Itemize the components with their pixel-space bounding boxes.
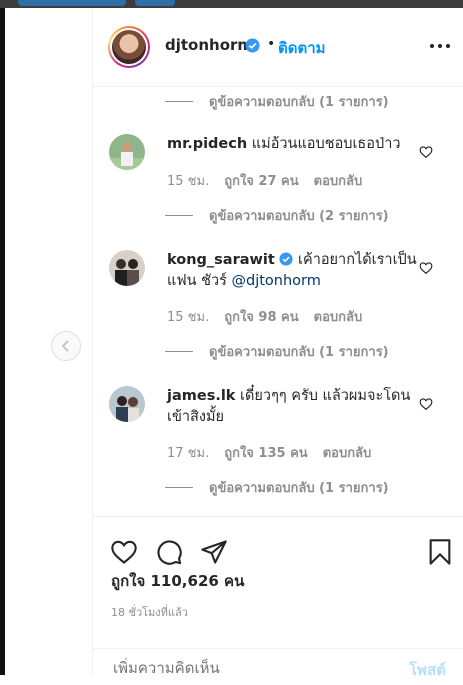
view-replies-label: ดูข้อความตอบกลับ (2 รายการ): [209, 208, 389, 224]
comment-likes[interactable]: ถูกใจ 98 คน: [224, 306, 298, 327]
divider-line: [165, 350, 193, 352]
reply-button[interactable]: ตอบกลับ: [323, 442, 372, 463]
comment-username[interactable]: kong_sarawit: [167, 252, 275, 268]
comment-username[interactable]: mr.pidech: [167, 136, 247, 152]
bookmark-icon[interactable]: [426, 538, 454, 566]
commenter-avatar[interactable]: [109, 250, 145, 286]
avatar-photo: [109, 386, 145, 422]
post-panel: djtonhorm • ติดตาม ดูข้อความตอบกลับ (1 ร…: [92, 8, 463, 679]
comment-time[interactable]: 15 ชม.: [167, 306, 209, 327]
view-replies-link[interactable]: ดูข้อความตอบกลับ (2 รายการ): [165, 206, 389, 224]
commenter-avatar[interactable]: [109, 134, 145, 170]
divider-line: [165, 214, 193, 216]
comment-username[interactable]: james.lk: [167, 388, 235, 404]
comment-time[interactable]: 17 ชม.: [167, 442, 209, 463]
view-replies-link[interactable]: ดูข้อความตอบกลับ (1 รายการ): [165, 478, 389, 496]
heart-icon[interactable]: [110, 538, 138, 566]
divider-line: [165, 100, 193, 102]
mention-link[interactable]: @djtonhorm: [232, 273, 321, 289]
comment-text: kong_sarawit เค้าอยากได้เราเป็นแฟน ชัวร์…: [167, 250, 417, 292]
previous-arrow-button[interactable]: [51, 331, 81, 361]
post-actions: ถูกใจ 110,626 คน 18 ชั่วโมงที่แล้ว โพสต์: [93, 516, 463, 679]
avatar-photo: [112, 30, 146, 64]
comment-meta: 15 ชม. ถูกใจ 98 คน ตอบกลับ: [167, 306, 362, 327]
author-username[interactable]: djtonhorm: [165, 36, 253, 54]
comment-text: james.lk เดี๋ยวๆๆ ครับ แล้วผมจะโดนเข้าสิ…: [167, 386, 417, 428]
heart-icon[interactable]: [419, 397, 433, 411]
reply-button[interactable]: ตอบกลับ: [314, 306, 363, 327]
comment-meta: 17 ชม. ถูกใจ 135 คน ตอบกลับ: [167, 442, 371, 463]
chevron-left-icon: [61, 340, 69, 352]
view-replies-label: ดูข้อความตอบกลับ (1 รายการ): [209, 94, 389, 110]
comment-text: mr.pidech แม่อ้วนแอบชอบเธอป่าว: [167, 134, 417, 155]
comment-body: แม่อ้วนแอบชอบเธอป่าว: [247, 136, 401, 152]
top-strip: [0, 0, 463, 8]
heart-icon[interactable]: [419, 145, 433, 159]
add-comment-input[interactable]: [111, 658, 375, 678]
post-comment-button[interactable]: โพสต์: [409, 658, 446, 682]
post-likes-count[interactable]: ถูกใจ 110,626 คน: [111, 569, 244, 593]
comment-meta: 15 ชม. ถูกใจ 27 คน ตอบกลับ: [167, 170, 362, 191]
avatar-photo: [109, 134, 145, 170]
comment-time[interactable]: 15 ชม.: [167, 170, 209, 191]
reply-button[interactable]: ตอบกลับ: [314, 170, 363, 191]
comment-likes[interactable]: ถูกใจ 27 คน: [224, 170, 298, 191]
top-tab: [18, 0, 126, 6]
verified-badge-icon: [279, 252, 293, 266]
post-header: djtonhorm • ติดตาม: [93, 8, 463, 87]
view-replies-link[interactable]: ดูข้อความตอบกลับ (1 รายการ): [165, 92, 389, 110]
post-timestamp[interactable]: 18 ชั่วโมงที่แล้ว: [111, 603, 188, 621]
divider-line: [165, 486, 193, 488]
share-icon[interactable]: [200, 538, 228, 566]
separator-dot: •: [267, 36, 276, 52]
avatar-photo: [109, 250, 145, 286]
view-replies-label: ดูข้อความตอบกลับ (1 รายการ): [209, 480, 389, 496]
more-options-icon[interactable]: [428, 36, 452, 56]
view-replies-link[interactable]: ดูข้อความตอบกลับ (1 รายการ): [165, 342, 389, 360]
comment-icon[interactable]: [155, 538, 183, 566]
verified-badge-icon: [245, 38, 260, 53]
author-avatar[interactable]: [108, 26, 150, 68]
heart-icon[interactable]: [419, 261, 433, 275]
follow-button[interactable]: ติดตาม: [278, 36, 326, 60]
commenter-avatar[interactable]: [109, 386, 145, 422]
top-tab: [135, 0, 175, 6]
add-comment-bar: โพสต์: [93, 648, 463, 685]
comment-likes[interactable]: ถูกใจ 135 คน: [224, 442, 307, 463]
view-replies-label: ดูข้อความตอบกลับ (1 รายการ): [209, 344, 389, 360]
